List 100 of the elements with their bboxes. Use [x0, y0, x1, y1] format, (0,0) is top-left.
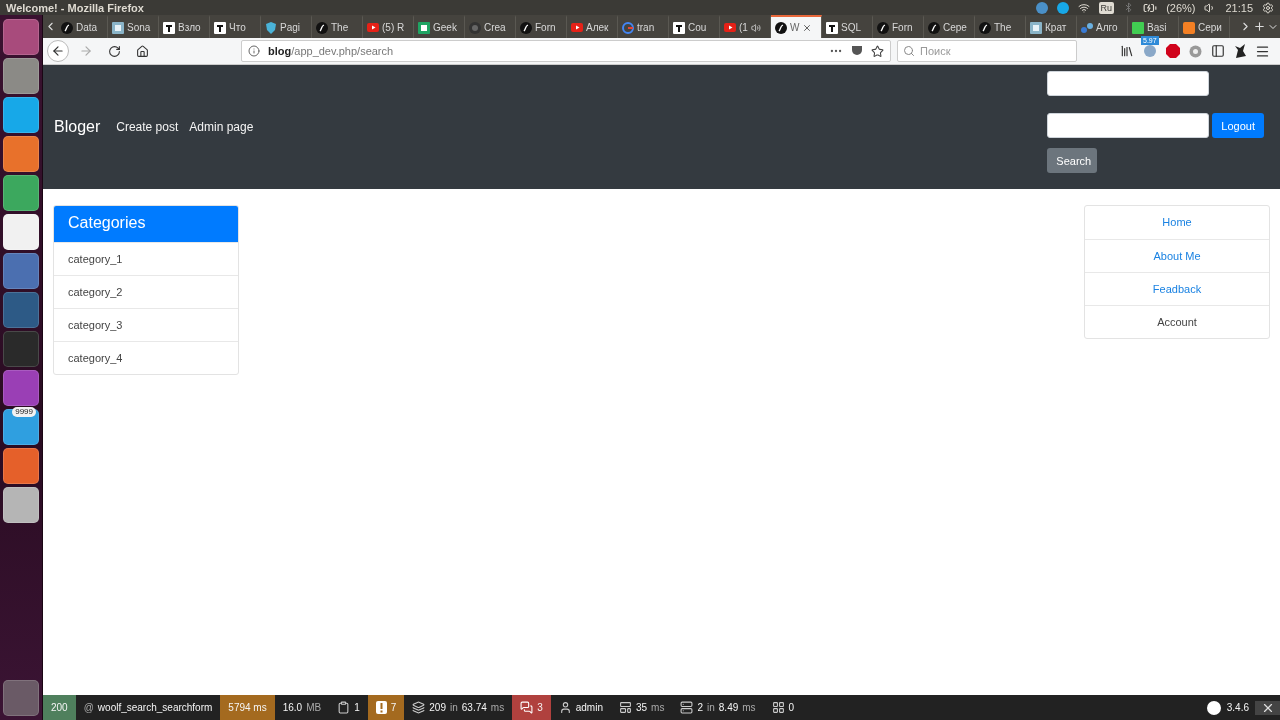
site-brand[interactable]: Bloger [54, 118, 101, 136]
debug-value: @ [83, 702, 94, 713]
menu-link[interactable]: Feadback [1085, 272, 1269, 305]
battery-level: (26%) [1166, 1, 1196, 14]
site-icon [622, 21, 634, 34]
speaker-icon[interactable] [750, 22, 761, 33]
menu-item[interactable]: Account [1085, 305, 1269, 338]
clock[interactable]: 21:15 [1225, 1, 1253, 14]
debug-toolbar-item[interactable]: 16.0 MB [274, 695, 330, 720]
category-item[interactable]: category_3 [54, 308, 238, 341]
card-title: Categories [54, 206, 238, 242]
debug-value: in [450, 702, 458, 713]
debug-toolbar-item[interactable]: 7 [367, 695, 405, 720]
debug-toolbar-item[interactable]: admin [550, 695, 611, 720]
debug-value: ms [651, 702, 665, 713]
keyboard-layout[interactable]: Ru [1098, 1, 1115, 14]
category-item[interactable]: category_4 [54, 341, 238, 374]
pocket-icon[interactable] [851, 45, 863, 57]
menu-icon[interactable] [1255, 43, 1270, 59]
debug-value: 16.0 [282, 702, 303, 713]
site-icon [418, 21, 430, 34]
notification-count: 9999 [12, 407, 36, 417]
template-icon [618, 701, 632, 714]
site-icon [1132, 21, 1144, 34]
close-icon[interactable] [802, 22, 813, 33]
debug-toolbar-item[interactable]: 200 [43, 695, 76, 720]
site-icon [928, 21, 940, 34]
nav-link[interactable]: Create post [116, 120, 179, 134]
search-icon [903, 45, 915, 57]
debug-toolbar-item[interactable]: 5794 ms [220, 695, 275, 720]
debug-value: 35 [635, 702, 648, 713]
category-item[interactable]: category_2 [54, 275, 238, 308]
search-input[interactable] [1047, 113, 1210, 138]
home-icon[interactable] [135, 44, 149, 58]
close-toolbar-button[interactable] [1255, 700, 1280, 715]
debug-value: woolf_search_searchform [97, 702, 213, 713]
url-text: blog/app_dev.php/search [268, 45, 395, 57]
debug-value: 63.74 [461, 702, 487, 713]
debug-toolbar-item[interactable]: @ woolf_search_searchform [75, 695, 221, 720]
site-icon [979, 21, 991, 34]
site-icon [163, 21, 175, 34]
reload-icon[interactable] [107, 44, 121, 58]
sidebar-icon[interactable] [1211, 44, 1225, 58]
site-icon [265, 21, 277, 34]
site-icon [1183, 21, 1195, 34]
settings-icon[interactable] [1262, 1, 1274, 14]
site-icon [1030, 21, 1042, 34]
search-button[interactable]: Search [1047, 148, 1098, 173]
site-icon [520, 21, 532, 34]
window-title: Welcome! - Mozilla Firefox [6, 1, 144, 14]
menu-link[interactable]: About Me [1085, 239, 1269, 272]
site-icon [316, 21, 328, 34]
chat-icon [520, 701, 534, 714]
menu-link[interactable]: Home [1085, 206, 1269, 239]
debug-toolbar-item[interactable]: 35 ms [610, 695, 673, 720]
debug-value: MB [306, 702, 322, 713]
site-icon [61, 21, 73, 34]
site-icon [214, 21, 226, 34]
address-field[interactable]: blog/app_dev.php/search [241, 40, 891, 62]
site-icon [877, 21, 889, 34]
site-icon [469, 21, 481, 34]
library-icon[interactable] [1120, 44, 1134, 58]
info-icon[interactable] [248, 45, 260, 57]
debug-toolbar-item[interactable]: 3 [512, 695, 551, 720]
debug-value: 2 [697, 702, 703, 713]
debug-value: in [707, 702, 715, 713]
debug-value: 1 [354, 702, 360, 713]
site-icon [112, 21, 124, 34]
framework-version: 3.4.6 [1226, 702, 1249, 713]
debug-toolbar-item[interactable]: 209 in 63.74 ms [404, 695, 513, 720]
warning-icon [375, 701, 387, 714]
debug-value: ms [742, 702, 756, 713]
debug-toolbar-item[interactable]: 0 [763, 695, 803, 720]
app-indicator-icon [1035, 1, 1048, 14]
search-field[interactable]: Поиск [897, 40, 1077, 62]
nav-link[interactable]: Admin page [189, 120, 254, 134]
debug-value: 200 [51, 702, 68, 713]
site-icon [673, 21, 685, 34]
layers-icon [412, 701, 426, 714]
category-item[interactable]: category_1 [54, 242, 238, 275]
browser-tab[interactable]: W [771, 15, 822, 38]
debug-value: admin [575, 702, 603, 713]
wifi-icon[interactable] [1077, 1, 1090, 14]
extension-icon[interactable] [1234, 44, 1246, 58]
debug-value: 3 [537, 702, 543, 713]
clipboard-icon [337, 701, 351, 714]
user-icon [558, 701, 572, 714]
debug-value: 0 [788, 702, 795, 713]
stop-sign-icon[interactable] [1166, 44, 1180, 58]
debug-toolbar-item[interactable]: 2 in 8.49 ms [672, 695, 764, 720]
new-tab-icon[interactable] [1252, 20, 1266, 33]
debug-toolbar-item[interactable]: 1 [329, 695, 368, 720]
app-launcher-icon[interactable]: 9999 [3, 409, 39, 445]
debug-value: 5794 ms [228, 702, 267, 713]
debug-value: 7 [390, 702, 397, 713]
text-input[interactable] [1047, 71, 1210, 96]
bookmark-star-icon[interactable] [871, 44, 884, 58]
logout-button[interactable]: Logout [1212, 113, 1264, 138]
app-indicator-icon [1056, 1, 1069, 14]
site-icon [775, 21, 787, 34]
